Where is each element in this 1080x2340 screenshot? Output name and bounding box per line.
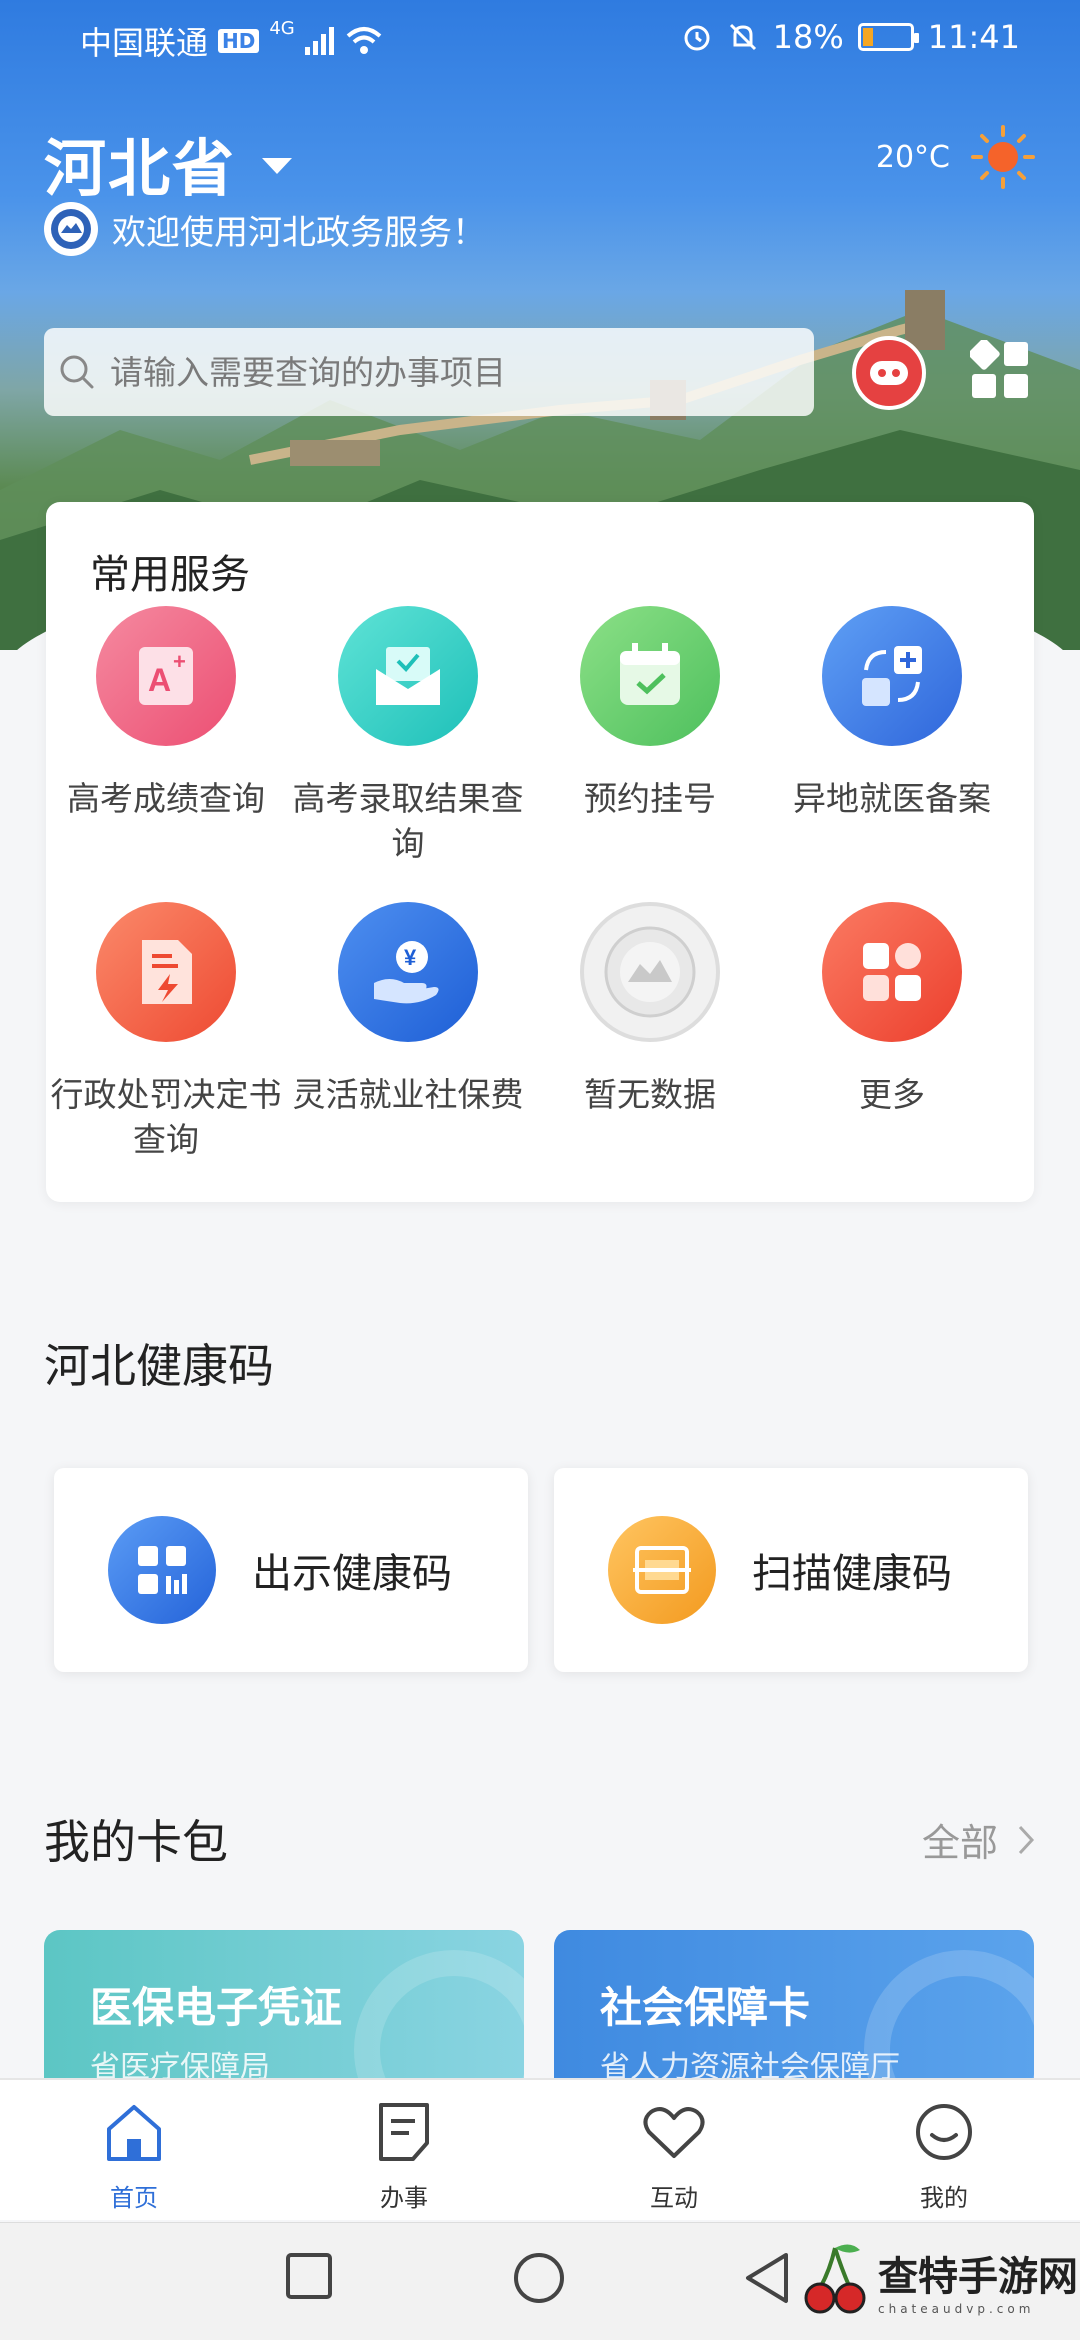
more-grid-icon <box>822 902 962 1042</box>
tab-services[interactable]: 办事 <box>334 2096 474 2213</box>
app-grid-icon[interactable] <box>970 340 1032 402</box>
service-gaokao-admission[interactable]: 高考录取结果查询 <box>288 606 528 866</box>
svg-text:+: + <box>173 649 186 674</box>
service-remote-medical[interactable]: 异地就医备案 <box>772 606 1012 821</box>
social-security-card[interactable]: 社会保障卡 省人力资源社会保障厅 <box>554 1930 1034 2080</box>
heart-icon <box>643 2107 705 2158</box>
profile-smile-icon <box>916 2104 972 2160</box>
wifi-icon <box>346 27 382 54</box>
service-penalty-decision[interactable]: 行政处罚决定书查询 <box>46 902 286 1162</box>
tab-profile[interactable]: 我的 <box>874 2096 1014 2213</box>
weather-widget[interactable]: 20°C <box>876 124 1036 190</box>
status-bar: 中国联通 HD 4G 18% 11:41 <box>0 0 1080 72</box>
common-services-card: 常用服务 A + 高考成绩查询 高考录取结果查询 预约挂号 异地就医备案 行政处罚… <box>46 502 1034 1202</box>
battery-icon <box>857 23 919 51</box>
network-type: 4G <box>269 18 295 39</box>
admission-mail-icon <box>338 606 478 746</box>
yuan-hand-icon: ¥ <box>338 902 478 1042</box>
back-triangle-icon[interactable] <box>742 2251 792 2305</box>
service-more[interactable]: 更多 <box>772 902 1012 1117</box>
tab-home[interactable]: 首页 <box>64 2096 204 2213</box>
no-data-placeholder-icon <box>580 902 720 1042</box>
temperature: 20°C <box>875 139 950 175</box>
scan-health-code-button[interactable]: 扫描健康码 <box>554 1468 1028 1672</box>
clock: 11:41 <box>927 18 1020 56</box>
wallet-all-link[interactable]: 全部 <box>922 1812 1036 1867</box>
carrier-label: 中国联通 <box>80 24 209 62</box>
tab-interaction[interactable]: 互动 <box>604 2096 744 2213</box>
caret-down-icon <box>262 158 293 174</box>
service-label: 暂无数据 <box>584 1075 716 1114</box>
service-appointment[interactable]: 预约挂号 <box>530 606 770 821</box>
watermark: 查特手游网 chateaudvp.com <box>800 2240 1078 2320</box>
all-label: 全部 <box>921 1821 998 1865</box>
battery-percent: 18% <box>772 18 844 56</box>
watermark-url: chateaudvp.com <box>878 2302 1035 2316</box>
chevron-right-icon <box>1018 1825 1035 1854</box>
service-gaokao-score[interactable]: A + 高考成绩查询 <box>46 606 286 821</box>
assistant-robot-icon[interactable] <box>852 336 926 410</box>
welcome-text: 欢迎使用河北政务服务！ <box>112 212 486 253</box>
penalty-document-icon <box>96 902 236 1042</box>
hebei-emblem-icon <box>44 202 98 256</box>
signal-icon <box>304 27 334 55</box>
service-label: 高考成绩查询 <box>67 779 265 818</box>
welcome-row: 欢迎使用河北政务服务！ <box>44 202 486 256</box>
mute-bell-icon <box>729 23 756 51</box>
show-health-code-label: 出示健康码 <box>252 1551 452 1597</box>
show-health-code-button[interactable]: 出示健康码 <box>54 1468 528 1672</box>
tab-label: 我的 <box>920 2184 968 2212</box>
service-label: 异地就医备案 <box>793 779 991 818</box>
tab-label: 办事 <box>380 2184 428 2212</box>
home-circle-icon[interactable] <box>512 2251 566 2305</box>
calendar-check-icon <box>580 606 720 746</box>
svg-text:A: A <box>148 662 171 698</box>
card-decoration <box>354 1950 524 2080</box>
home-icon <box>107 2105 161 2161</box>
service-label: 高考录取结果查询 <box>292 779 524 863</box>
sun-icon <box>971 125 1035 189</box>
hd-badge: HD <box>218 29 260 53</box>
tab-label: 首页 <box>110 2184 158 2212</box>
wallet-title: 我的卡包 <box>44 1815 228 1869</box>
search-icon <box>60 355 94 389</box>
card-name: 医保电子凭证 <box>90 1983 343 2032</box>
province-selector[interactable]: 河北省 <box>44 118 293 208</box>
search-bar[interactable] <box>44 328 814 416</box>
medical-insurance-card[interactable]: 医保电子凭证 省医疗保障局 <box>44 1930 524 2080</box>
service-label: 更多 <box>859 1075 925 1114</box>
section-title: 常用服务 <box>90 552 250 598</box>
service-no-data[interactable]: 暂无数据 <box>530 902 770 1117</box>
health-code-title: 河北健康码 <box>44 1339 274 1393</box>
tab-label: 互动 <box>650 2184 698 2212</box>
svg-text:¥: ¥ <box>404 945 417 970</box>
card-org: 省人力资源社会保障厅 <box>600 2050 900 2080</box>
recent-apps-icon[interactable] <box>284 2251 334 2301</box>
scan-health-code-label: 扫描健康码 <box>752 1551 952 1597</box>
province-name: 河北省 <box>44 132 237 205</box>
service-flexible-social-insurance[interactable]: ¥ 灵活就业社保费 <box>288 902 528 1117</box>
service-label: 灵活就业社保费 <box>292 1075 524 1114</box>
search-input[interactable] <box>110 352 790 392</box>
bottom-tab-bar: 首页 办事 互动 我的 <box>0 2078 1080 2220</box>
medical-transfer-icon <box>822 606 962 746</box>
cherry-logo-icon <box>804 2244 866 2314</box>
card-org: 省医疗保障局 <box>90 2050 270 2080</box>
watermark-text: 查特手游网 <box>878 2253 1078 2300</box>
scan-icon <box>608 1516 716 1624</box>
qr-code-icon <box>108 1516 216 1624</box>
service-label: 预约挂号 <box>584 779 716 818</box>
service-label: 行政处罚决定书查询 <box>50 1075 282 1159</box>
card-name: 社会保障卡 <box>600 1983 811 2032</box>
alarm-icon <box>684 25 710 51</box>
grade-icon: A + <box>96 606 236 746</box>
document-icon <box>379 2103 429 2161</box>
